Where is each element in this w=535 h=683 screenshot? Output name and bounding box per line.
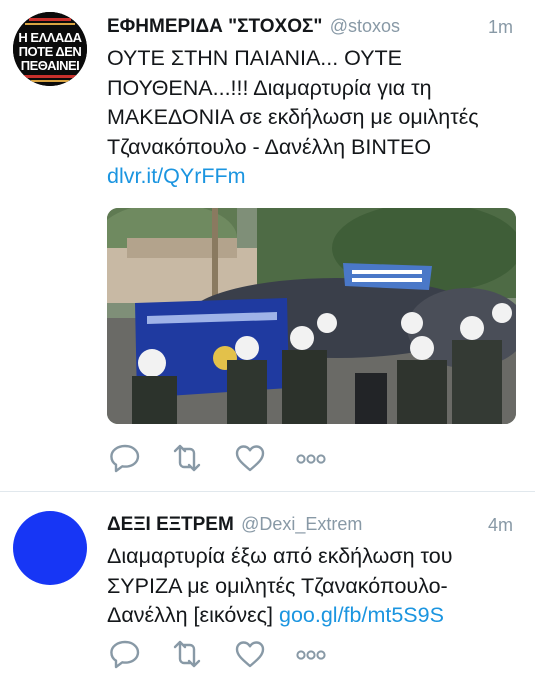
display-name[interactable]: ΕΦΗΜΕΡΙΔΑ "ΣΤΟΧΟΣ" bbox=[107, 16, 322, 37]
like-icon[interactable] bbox=[233, 441, 267, 475]
more-icon[interactable] bbox=[294, 441, 328, 475]
tweet-text: Διαμαρτυρία έξω από εκδήλωση του ΣΥΡΙΖΑ … bbox=[107, 542, 517, 631]
more-icon[interactable] bbox=[294, 637, 328, 671]
reply-icon[interactable] bbox=[108, 637, 142, 671]
tweet[interactable]: Η ΕΛΛΑΔΑ ΠΟΤΕ ΔΕΝ ΠΕΘΑΙΝΕΙ ΕΦΗΜΕΡΙΔΑ "ΣΤ… bbox=[0, 0, 535, 491]
tweet-header: ΕΦΗΜΕΡΙΔΑ "ΣΤΟΧΟΣ" @stoxos bbox=[107, 15, 400, 38]
retweet-icon[interactable] bbox=[170, 441, 204, 475]
avatar[interactable]: Η ΕΛΛΑΔΑ ΠΟΤΕ ΔΕΝ ΠΕΘΑΙΝΕΙ bbox=[13, 12, 87, 86]
timestamp[interactable]: 4m bbox=[488, 514, 513, 536]
tweet-link[interactable]: goo.gl/fb/mt5S9S bbox=[279, 603, 444, 627]
avatar[interactable] bbox=[13, 511, 87, 585]
handle[interactable]: @Dexi_Extrem bbox=[241, 514, 362, 534]
tweet-text: ΟΥΤΕ ΣΤΗΝ ΠΑΙΑΝΙΑ... ΟΥΤΕ ΠΟΥΘΕΝΑ...!!! … bbox=[107, 44, 517, 192]
display-name[interactable]: ΔΕΞΙ ΕΞΤΡΕΜ bbox=[107, 514, 234, 535]
tweet-body: ΟΥΤΕ ΣΤΗΝ ΠΑΙΑΝΙΑ... ΟΥΤΕ ΠΟΥΘΕΝΑ...!!! … bbox=[107, 46, 479, 159]
avatar-logo-text: ΠΟΤΕ ΔΕΝ bbox=[18, 44, 82, 59]
tweet[interactable]: ΔΕΞΙ ΕΞΤΡΕΜ @Dexi_Extrem 4m Διαμαρτυρία … bbox=[0, 491, 535, 683]
reply-icon[interactable] bbox=[108, 441, 142, 475]
tweet-photo[interactable] bbox=[107, 208, 516, 424]
like-icon[interactable] bbox=[233, 637, 267, 671]
avatar-logo-text: ΠΕΘΑΙΝΕΙ bbox=[20, 58, 80, 73]
tweet-header: ΔΕΞΙ ΕΞΤΡΕΜ @Dexi_Extrem bbox=[107, 513, 362, 536]
timeline-feed: Η ΕΛΛΑΔΑ ΠΟΤΕ ΔΕΝ ΠΕΘΑΙΝΕΙ ΕΦΗΜΕΡΙΔΑ "ΣΤ… bbox=[0, 0, 535, 683]
protest-photo bbox=[107, 208, 516, 424]
timestamp[interactable]: 1m bbox=[488, 16, 513, 38]
avatar-logo-text: Η ΕΛΛΑΔΑ bbox=[18, 30, 82, 45]
retweet-icon[interactable] bbox=[170, 637, 204, 671]
tweet-actions bbox=[108, 441, 348, 475]
tweet-actions bbox=[108, 637, 348, 671]
tweet-link[interactable]: dlvr.it/QYrFFm bbox=[107, 164, 246, 188]
handle[interactable]: @stoxos bbox=[330, 16, 400, 36]
